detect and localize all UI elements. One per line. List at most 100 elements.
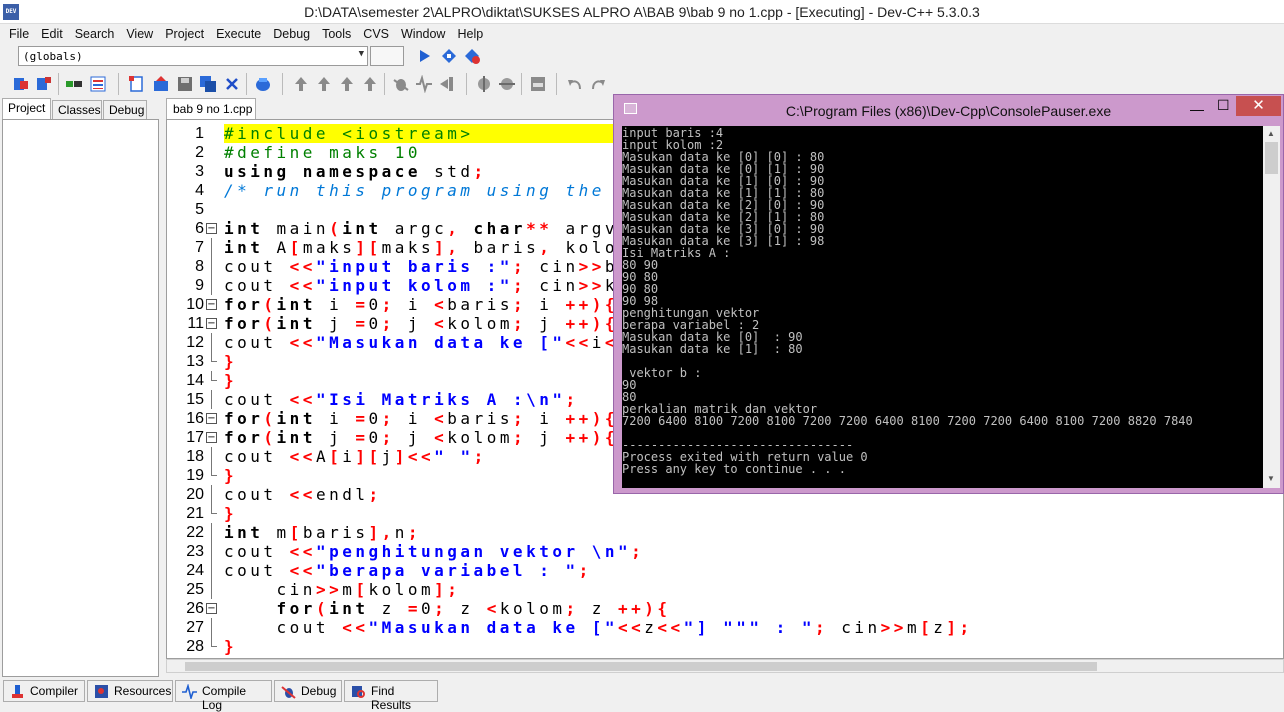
step-into-icon[interactable] [438, 75, 456, 93]
code-token: j [407, 428, 435, 447]
indent-icon[interactable] [65, 75, 83, 93]
tab-project[interactable]: Project [2, 98, 51, 119]
code-line[interactable]: 21} [186, 504, 1283, 523]
code-token: 0 [368, 295, 382, 314]
code-token: , [539, 238, 566, 257]
scroll-down-icon[interactable]: ▼ [1267, 474, 1275, 483]
menu-edit[interactable]: Edit [35, 27, 69, 41]
scrollbar-thumb[interactable] [1265, 142, 1278, 174]
close-file-icon[interactable] [223, 75, 241, 93]
up-arrow3-icon[interactable] [338, 75, 356, 93]
tab-compile-log[interactable]: Compile Log [175, 680, 272, 712]
code-token: endl [315, 485, 369, 504]
fold-toggle-icon[interactable]: − [206, 223, 217, 234]
console-output-area[interactable]: input baris :4 input kolom :2 Masukan da… [622, 126, 1263, 488]
list-icon[interactable] [89, 75, 107, 93]
code-content: } [224, 352, 237, 371]
console-title-bar[interactable]: C:\Program Files (x86)\Dev-Cpp\ConsolePa… [614, 95, 1283, 125]
code-token: 0 [368, 428, 382, 447]
menu-tools[interactable]: Tools [316, 27, 357, 41]
minimize-icon[interactable]: — [1190, 101, 1204, 117]
devpak-icon[interactable] [529, 75, 547, 93]
member-combo[interactable] [370, 46, 404, 66]
code-line[interactable]: 24 cout <<"berapa variabel : "; [186, 561, 1283, 580]
scrollbar-thumb[interactable] [185, 662, 1097, 671]
save-icon[interactable] [176, 75, 194, 93]
code-token: ; [434, 599, 461, 618]
code-token: n [394, 523, 408, 542]
code-line[interactable]: 26− for(int z =0; z <kolom; z ++){ [186, 599, 1283, 618]
code-token: ][ [355, 238, 382, 257]
close-icon[interactable]: ✕ [1236, 96, 1281, 116]
print-icon[interactable] [254, 75, 272, 93]
tab-debug[interactable]: Debug [103, 100, 147, 119]
save-all-icon[interactable] [199, 75, 217, 93]
project-tree-panel[interactable] [2, 119, 159, 677]
code-content: cout <<"penghitungan vektor \n"; [224, 542, 644, 561]
menu-cvs[interactable]: CVS [357, 27, 395, 41]
profile-icon[interactable] [475, 75, 493, 93]
fold-toggle-icon[interactable]: − [206, 413, 217, 424]
step-icon[interactable] [415, 74, 433, 94]
debug-icon[interactable] [392, 75, 410, 93]
up-arrow4-icon[interactable] [361, 75, 379, 93]
menu-project[interactable]: Project [159, 27, 210, 41]
menu-view[interactable]: View [120, 27, 159, 41]
menu-search[interactable]: Search [69, 27, 121, 41]
menu-file[interactable]: File [3, 27, 35, 41]
fold-guide [211, 333, 212, 352]
fold-guide [211, 618, 212, 637]
editor-file-tab[interactable]: bab 9 no 1.cpp [166, 98, 256, 119]
console-vertical-scrollbar[interactable]: ▲ ▼ [1263, 126, 1280, 488]
scroll-up-icon[interactable]: ▲ [1267, 129, 1275, 138]
code-token: ; [381, 409, 408, 428]
tab-label: Compiler [30, 684, 79, 698]
fold-toggle-icon[interactable]: − [206, 432, 217, 443]
code-line[interactable]: 25 cin>>m[kolom]; [186, 580, 1283, 599]
tab-compiler[interactable]: Compiler [3, 680, 85, 702]
tab-classes[interactable]: Classes [52, 100, 102, 119]
code-line[interactable]: 22 int m[baris],n; [186, 523, 1283, 542]
fold-toggle-icon[interactable]: − [206, 603, 217, 614]
editor-horizontal-scrollbar[interactable] [166, 659, 1284, 673]
up-arrow2-icon[interactable] [315, 75, 333, 93]
tab-label: Find Results [371, 684, 412, 712]
code-token: z [381, 599, 408, 618]
line-number: 3 [195, 163, 204, 180]
tab-debug-output[interactable]: Debug [274, 680, 342, 702]
line-number: 7 [195, 239, 204, 256]
menu-debug[interactable]: Debug [267, 27, 316, 41]
undo-icon[interactable] [566, 75, 584, 93]
code-line[interactable]: 23 cout <<"penghitungan vektor \n"; [186, 542, 1283, 561]
class-browser-icon[interactable] [12, 75, 30, 93]
code-content: int main(int argc, char** argv) { [224, 219, 657, 238]
code-token: baris [473, 238, 540, 257]
class-browser2-icon[interactable] [35, 75, 53, 93]
console-window[interactable]: C:\Program Files (x86)\Dev-Cpp\ConsolePa… [613, 94, 1284, 494]
code-token: kolom [447, 428, 513, 447]
menu-execute[interactable]: Execute [210, 27, 267, 41]
code-line[interactable]: 28} [186, 637, 1283, 656]
menu-window[interactable]: Window [395, 27, 451, 41]
up-arrow-icon[interactable] [292, 75, 310, 93]
tab-find-results[interactable]: Find Results [344, 680, 438, 712]
fold-toggle-icon[interactable]: − [206, 299, 217, 310]
bookmark-icon[interactable] [440, 47, 458, 65]
profile2-icon[interactable] [498, 75, 516, 93]
goto-forward-icon[interactable] [416, 47, 434, 65]
code-token: ; [565, 599, 592, 618]
code-token: ]; [434, 580, 461, 599]
new-file-icon[interactable] [128, 75, 146, 93]
goto-bookmark-icon[interactable] [463, 47, 481, 65]
scope-combo[interactable]: (globals) ▼ [18, 46, 368, 66]
code-token: ; [512, 276, 540, 295]
code-token: ; [407, 523, 422, 542]
code-line[interactable]: 27 cout <<"Masukan data ke ["<<z<<"] """… [186, 618, 1283, 637]
tab-resources[interactable]: Resources [87, 680, 173, 702]
code-token: "" : " [736, 618, 815, 637]
open-project-icon[interactable] [152, 75, 170, 93]
redo-icon[interactable] [589, 75, 607, 93]
fold-toggle-icon[interactable]: − [206, 318, 217, 329]
maximize-icon[interactable]: ☐ [1217, 97, 1230, 114]
menu-help[interactable]: Help [451, 27, 489, 41]
